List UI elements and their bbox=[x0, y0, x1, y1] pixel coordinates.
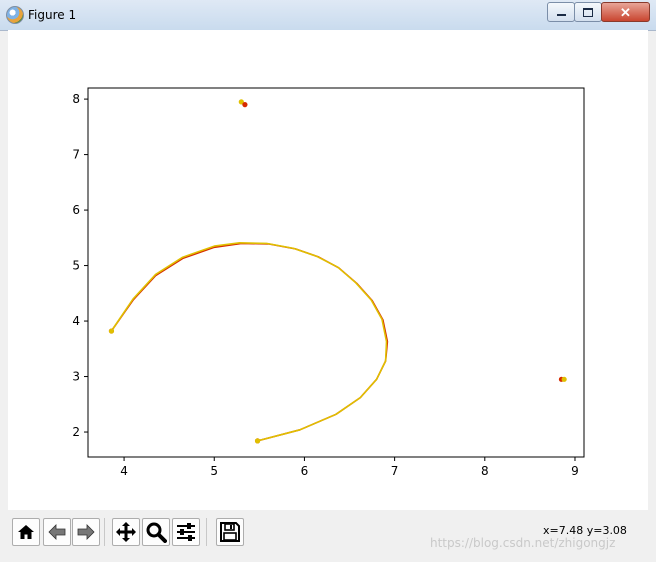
x-tick-label: 8 bbox=[481, 464, 489, 478]
close-button[interactable]: ✕ bbox=[601, 2, 650, 22]
data-point-marker bbox=[561, 376, 567, 382]
configure-subplots-button[interactable] bbox=[172, 518, 200, 546]
close-icon: ✕ bbox=[620, 4, 631, 20]
minimize-icon bbox=[556, 14, 566, 16]
watermark-text: https://blog.csdn.net/zhigongjz bbox=[430, 536, 616, 550]
floppy-disk-icon bbox=[220, 522, 240, 542]
back-arrow-icon bbox=[48, 524, 66, 540]
toolbar-separator bbox=[104, 518, 105, 546]
window-titlebar[interactable]: Figure 1 ✕ bbox=[0, 0, 656, 31]
forward-button[interactable] bbox=[72, 518, 100, 546]
zoom-button[interactable] bbox=[142, 518, 170, 546]
data-point-marker bbox=[254, 438, 261, 444]
matplotlib-figure-icon bbox=[6, 6, 24, 24]
minimize-button[interactable] bbox=[547, 2, 575, 22]
y-ticks: 2 3 4 5 6 7 8 bbox=[72, 92, 88, 439]
x-tick-label: 5 bbox=[210, 464, 218, 478]
y-tick-label: 3 bbox=[72, 370, 80, 384]
save-button[interactable] bbox=[216, 518, 244, 546]
x-tick-label: 9 bbox=[571, 464, 579, 478]
zoom-magnifier-icon bbox=[146, 522, 167, 543]
data-point-marker bbox=[242, 102, 248, 108]
data-point-marker bbox=[108, 328, 115, 334]
sliders-icon bbox=[177, 523, 195, 541]
back-button[interactable] bbox=[43, 518, 71, 546]
pan-button[interactable] bbox=[112, 518, 140, 546]
y-tick-label: 4 bbox=[72, 314, 80, 328]
home-icon bbox=[18, 525, 34, 539]
figure-canvas[interactable]: 4 5 6 7 8 9 2 3 4 5 6 7 8 bbox=[8, 30, 648, 510]
plot-svg[interactable]: 4 5 6 7 8 9 2 3 4 5 6 7 8 bbox=[8, 30, 648, 510]
x-tick-label: 6 bbox=[301, 464, 309, 478]
x-ticks: 4 5 6 7 8 9 bbox=[120, 457, 579, 478]
maximize-button[interactable] bbox=[574, 2, 602, 22]
y-tick-label: 7 bbox=[72, 148, 80, 162]
axes-frame bbox=[87, 87, 585, 458]
home-button[interactable] bbox=[12, 518, 40, 546]
y-tick-label: 8 bbox=[72, 92, 80, 106]
maximize-icon bbox=[583, 7, 593, 17]
pan-move-icon bbox=[116, 522, 136, 542]
y-tick-label: 2 bbox=[72, 425, 80, 439]
y-tick-label: 6 bbox=[72, 203, 80, 217]
toolbar-separator bbox=[206, 518, 207, 546]
forward-arrow-icon bbox=[77, 524, 95, 540]
y-tick-label: 5 bbox=[72, 259, 80, 273]
x-tick-label: 7 bbox=[391, 464, 399, 478]
x-tick-label: 4 bbox=[120, 464, 128, 478]
window-title: Figure 1 bbox=[28, 8, 77, 22]
